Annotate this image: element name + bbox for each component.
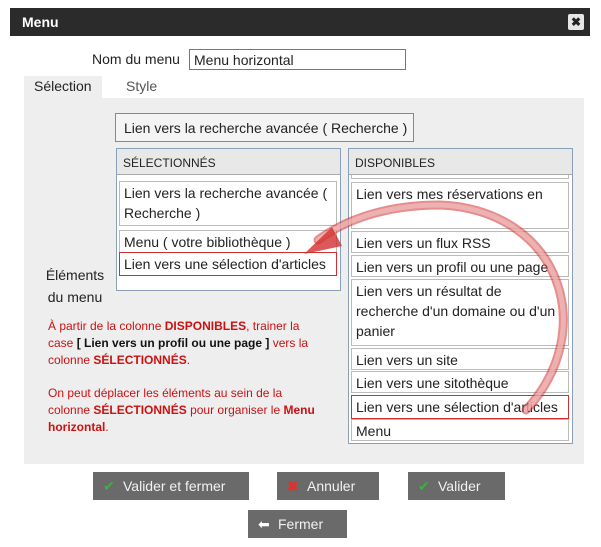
available-column-header: DISPONIBLES bbox=[349, 149, 572, 175]
help-text-1: À partir de la colonne DISPONIBLES, trai… bbox=[48, 318, 318, 369]
available-item-rss[interactable]: Lien vers un flux RSS bbox=[351, 231, 569, 253]
menu-name-input[interactable] bbox=[189, 49, 406, 70]
available-column: DISPONIBLES Lien vers mes réservations e… bbox=[348, 148, 573, 444]
available-item-site[interactable]: Lien vers un site bbox=[351, 348, 569, 370]
cancel-x-icon: ✖ bbox=[287, 478, 299, 494]
back-arrow-icon: ⬅ bbox=[258, 516, 270, 532]
validate-and-close-label: Valider et fermer bbox=[123, 478, 226, 494]
available-item-domain-result[interactable]: Lien vers un résultat de recherche d'un … bbox=[351, 279, 569, 346]
available-item-menu[interactable]: Menu bbox=[351, 419, 569, 441]
check-icon: ✔ bbox=[103, 478, 115, 494]
selected-item-menu-library[interactable]: Menu ( votre bibliothèque ) bbox=[119, 230, 337, 253]
validate-button[interactable]: ✔ Valider bbox=[408, 472, 505, 500]
help-text: . bbox=[105, 420, 109, 434]
cancel-label: Annuler bbox=[307, 478, 356, 494]
selected-item-advanced-search[interactable]: Lien vers la recherche avancée ( Recherc… bbox=[119, 181, 337, 226]
help-text: pour organiser le bbox=[186, 403, 284, 417]
help-text: SÉLECTIONNÉS bbox=[93, 353, 187, 367]
help-text: À partir de la colonne bbox=[48, 319, 165, 333]
available-item-reservations[interactable]: Lien vers mes réservations en bbox=[351, 182, 569, 229]
close-icon[interactable]: ✖ bbox=[568, 14, 584, 30]
tab-style[interactable]: Style bbox=[116, 76, 167, 98]
help-text: SÉLECTIONNÉS bbox=[93, 403, 187, 417]
selected-column: SÉLECTIONNÉS Lien vers la recherche avan… bbox=[116, 148, 341, 291]
help-text-2: On peut déplacer les éléments au sein de… bbox=[48, 385, 318, 436]
help-text: . bbox=[186, 353, 191, 367]
selected-column-header: SÉLECTIONNÉS bbox=[117, 149, 340, 175]
dragged-item[interactable]: Lien vers la recherche avancée ( Recherc… bbox=[115, 113, 414, 142]
validate-label: Valider bbox=[438, 478, 481, 494]
help-text: DISPONIBLES bbox=[164, 319, 247, 333]
validate-and-close-button[interactable]: ✔ Valider et fermer bbox=[93, 472, 249, 500]
close-label: Fermer bbox=[278, 516, 324, 532]
close-button[interactable]: ⬅ Fermer bbox=[248, 510, 347, 538]
tab-selection[interactable]: Sélection bbox=[24, 76, 102, 98]
help-text: [ Lien vers un profil ou une page ] bbox=[76, 336, 270, 350]
dialog-titlebar: Menu ✖ bbox=[10, 8, 590, 36]
available-item-article-selection[interactable]: Lien vers une sélection d'articles bbox=[351, 395, 569, 419]
selected-item-article-selection[interactable]: Lien vers une sélection d'articles bbox=[119, 252, 337, 276]
menu-name-label: Nom du menu bbox=[92, 51, 180, 67]
dialog-title: Menu bbox=[22, 14, 59, 30]
check-icon: ✔ bbox=[418, 478, 430, 494]
elements-label: Éléments du menu bbox=[45, 267, 105, 305]
cancel-button[interactable]: ✖ Annuler bbox=[277, 472, 379, 500]
available-item-sitotheque[interactable]: Lien vers une sitothèque bbox=[351, 371, 569, 393]
list-item[interactable] bbox=[351, 175, 569, 179]
available-item-profile-page[interactable]: Lien vers un profil ou une page bbox=[351, 255, 569, 277]
